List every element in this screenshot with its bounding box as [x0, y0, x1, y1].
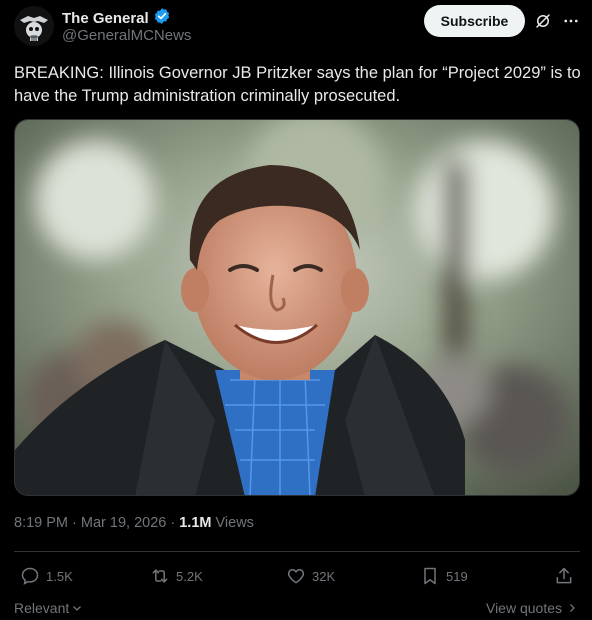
repost-icon: [152, 569, 168, 583]
post-image[interactable]: [14, 119, 580, 496]
bookmark-button[interactable]: 519: [420, 566, 468, 586]
bookmark-count: 519: [446, 568, 468, 584]
more-icon[interactable]: [562, 12, 580, 30]
view-quotes-label: View quotes: [485, 600, 562, 616]
bookmark-icon: [424, 567, 436, 585]
post-text: BREAKING: Illinois Governor JB Pritzker …: [14, 64, 581, 105]
reply-count: 1.5K: [46, 568, 73, 584]
post-date[interactable]: Mar 19, 2026: [81, 515, 166, 531]
skull-logo-icon: [14, 6, 54, 46]
views-label: Views: [215, 515, 254, 531]
repost-button[interactable]: 5.2K: [150, 566, 203, 586]
avatar[interactable]: [14, 6, 54, 46]
view-quotes-link[interactable]: View quotes: [486, 600, 578, 616]
author-handle[interactable]: @GeneralMCNews: [62, 27, 191, 44]
grok-icon[interactable]: [534, 12, 552, 30]
chevron-right-icon: [570, 604, 575, 612]
post-time[interactable]: 8:19 PM: [14, 515, 68, 531]
views-count: 1.1M: [179, 515, 212, 531]
share-button[interactable]: [554, 566, 574, 586]
meta-separator-2: ·: [166, 515, 180, 531]
like-button[interactable]: 32K: [286, 566, 335, 586]
divider: [14, 551, 580, 552]
author-name[interactable]: The General: [62, 10, 149, 27]
reply-button[interactable]: 1.5K: [20, 566, 73, 586]
heart-icon: [287, 568, 305, 584]
photo-of-man-laughing-icon: [15, 120, 579, 495]
share-icon: [556, 567, 572, 584]
chevron-down-icon: [73, 606, 82, 611]
sort-relevant-dropdown[interactable]: Relevant: [14, 600, 83, 616]
repost-count: 5.2K: [176, 568, 203, 584]
relevant-label: Relevant: [14, 600, 70, 616]
reply-icon: [21, 567, 39, 585]
like-count: 32K: [312, 568, 336, 584]
post-meta: 8:19 PM · Mar 19, 2026 · 1.1M Views: [14, 515, 254, 531]
meta-separator: ·: [68, 515, 81, 531]
subscribe-button[interactable]: Subscribe: [424, 5, 525, 37]
